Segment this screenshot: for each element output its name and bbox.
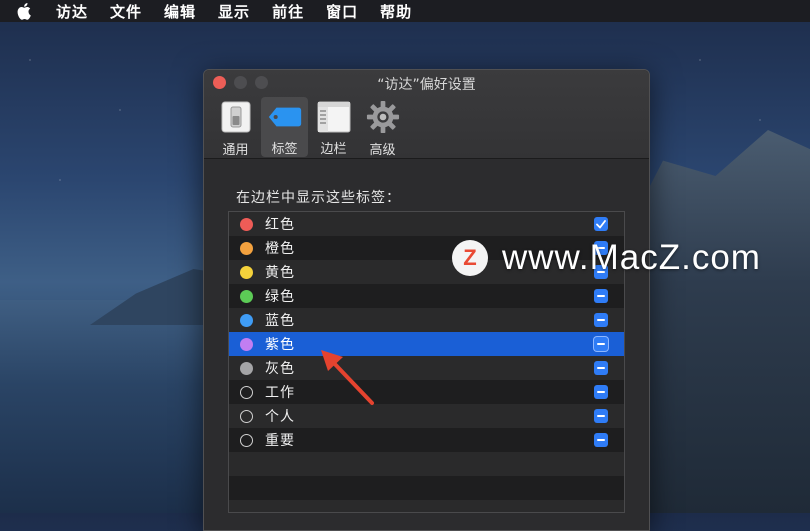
empty-row [229, 500, 624, 512]
menu-bar: 访达 文件 编辑 显示 前往 窗口 帮助 [0, 0, 810, 22]
empty-row [229, 476, 624, 500]
tab-sidebar[interactable]: 边栏 [310, 97, 357, 157]
minus-icon [597, 295, 605, 297]
minus-icon [597, 319, 605, 321]
tag-label: 红色 [265, 217, 295, 233]
show-in-sidebar-checkbox[interactable] [594, 313, 608, 327]
watermark-logo: Z [452, 240, 488, 276]
window-title: “访达”偏好设置 [377, 77, 476, 93]
tag-color-dot-icon [240, 385, 253, 399]
menu-go[interactable]: 前往 [272, 1, 304, 22]
annotation-arrow-icon [321, 350, 374, 405]
tag-color-dot-icon [240, 433, 253, 447]
tag-color-dot-icon [240, 289, 253, 303]
tag-color-dot-icon [240, 361, 253, 375]
tag-label: 绿色 [265, 289, 295, 305]
tag-row[interactable]: 绿色 [229, 284, 624, 308]
tag-row[interactable]: 重要 [229, 428, 624, 452]
menu-view[interactable]: 显示 [218, 1, 250, 22]
apple-menu-icon[interactable] [14, 0, 36, 22]
tag-row[interactable]: 工作 [229, 380, 624, 404]
show-in-sidebar-checkbox[interactable] [594, 385, 608, 399]
tag-color-dot-icon [240, 313, 253, 327]
empty-row [229, 452, 624, 476]
section-label: 在边栏中显示这些标签： [236, 190, 401, 206]
tag-row[interactable]: 紫色 [229, 332, 624, 356]
tab-tags-label: 标签 [271, 142, 298, 157]
tags-pane: 在边栏中显示这些标签： 红色橙色黄色绿色蓝色紫色灰色工作个人重要 [204, 187, 649, 513]
checkmark-icon [596, 219, 606, 228]
sidebar-icon [317, 100, 351, 133]
menu-finder[interactable]: 访达 [56, 1, 88, 22]
tab-general-label: 通用 [222, 143, 249, 158]
tag-color-dot-icon [240, 217, 253, 231]
menu-edit[interactable]: 编辑 [164, 1, 196, 22]
tab-sidebar-label: 边栏 [320, 142, 347, 157]
tag-row[interactable]: 红色 [229, 212, 624, 236]
minus-icon [597, 343, 605, 345]
tab-general[interactable]: 通用 [212, 97, 259, 158]
minus-icon [597, 367, 605, 369]
tag-icon [268, 100, 302, 133]
tag-color-dot-icon [240, 265, 253, 279]
general-switch-icon [219, 100, 253, 134]
tag-color-dot-icon [240, 409, 253, 423]
tab-advanced-label: 高级 [369, 143, 396, 158]
finder-preferences-window: “访达”偏好设置 通用 标签 边栏 高级 在边栏中显示这些标签： 红色 橙色 黄… [203, 69, 650, 531]
menu-file[interactable]: 文件 [110, 1, 142, 22]
minus-icon [597, 415, 605, 417]
window-titlebar: “访达”偏好设置 通用 标签 边栏 高级 [204, 70, 649, 159]
show-in-sidebar-checkbox[interactable] [594, 337, 608, 351]
tag-row[interactable]: 个人 [229, 404, 624, 428]
preferences-toolbar: 通用 标签 边栏 高级 [212, 97, 406, 158]
tag-row[interactable]: 蓝色 [229, 308, 624, 332]
tag-label: 工作 [265, 385, 295, 401]
tag-label: 橙色 [265, 241, 295, 257]
tab-advanced[interactable]: 高级 [359, 97, 406, 158]
show-in-sidebar-checkbox[interactable] [594, 361, 608, 375]
watermark: Z www.MacZ.com [452, 238, 761, 278]
tag-label: 蓝色 [265, 313, 295, 329]
gear-icon [366, 100, 400, 134]
menu-help[interactable]: 帮助 [380, 1, 412, 22]
menu-window[interactable]: 窗口 [326, 1, 358, 22]
tab-tags[interactable]: 标签 [261, 97, 308, 157]
show-in-sidebar-checkbox[interactable] [594, 217, 608, 231]
show-in-sidebar-checkbox[interactable] [594, 409, 608, 423]
tag-label: 个人 [265, 409, 295, 425]
show-in-sidebar-checkbox[interactable] [594, 289, 608, 303]
tag-color-dot-icon [240, 241, 253, 255]
watermark-text: www.MacZ.com [502, 238, 761, 277]
tag-label: 灰色 [265, 361, 295, 377]
tag-color-dot-icon [240, 337, 253, 351]
minus-icon [597, 439, 605, 441]
tag-label: 黄色 [265, 265, 295, 281]
minus-icon [597, 391, 605, 393]
tag-label: 重要 [265, 433, 295, 449]
tag-row[interactable]: 灰色 [229, 356, 624, 380]
show-in-sidebar-checkbox[interactable] [594, 433, 608, 447]
tag-label: 紫色 [265, 337, 295, 353]
